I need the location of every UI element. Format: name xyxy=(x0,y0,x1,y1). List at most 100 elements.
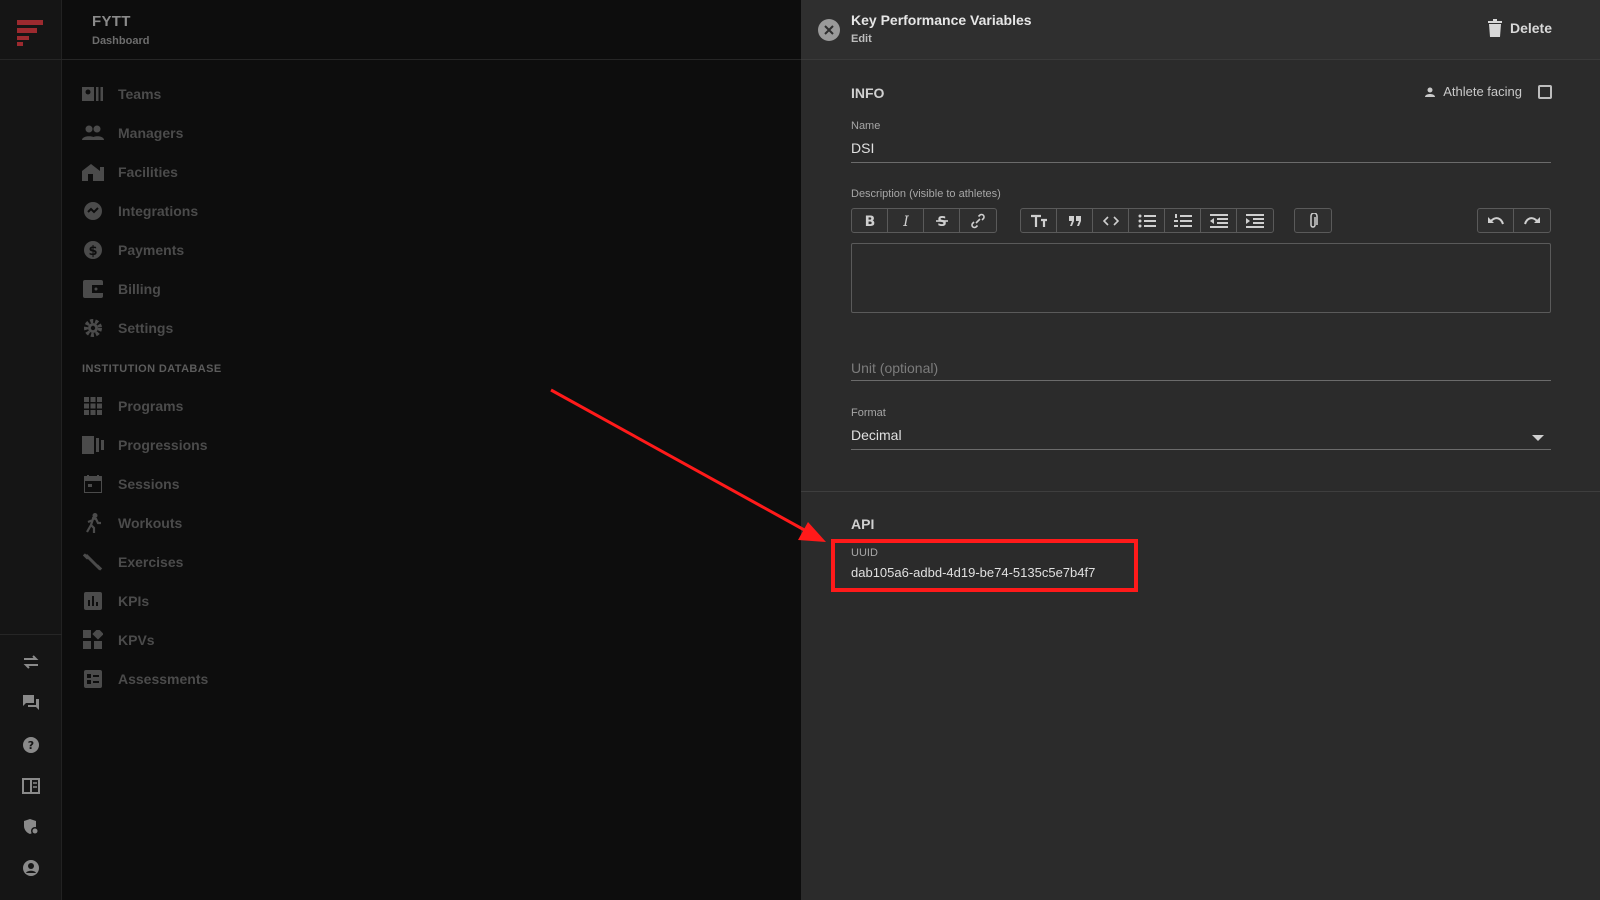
numbered-list-icon[interactable] xyxy=(1165,209,1201,232)
panel-subtitle: Edit xyxy=(851,33,872,45)
nav-label: Facilities xyxy=(118,164,178,180)
description-label: Description (visible to athletes) xyxy=(851,188,1001,200)
workouts-icon xyxy=(82,512,104,534)
fytt-logo-icon[interactable] xyxy=(17,18,45,46)
edit-panel: Key Performance Variables Edit Delete IN… xyxy=(801,0,1600,900)
heading-icon[interactable] xyxy=(1021,209,1057,232)
nav-label: KPVs xyxy=(118,632,155,648)
progressions-icon xyxy=(82,434,104,456)
payments-icon: $ xyxy=(82,239,104,261)
nav-label: Payments xyxy=(118,242,185,258)
nav-label: Assessments xyxy=(118,671,209,687)
quote-icon[interactable] xyxy=(1057,209,1093,232)
shield-icon[interactable] xyxy=(19,815,43,839)
swap-icon[interactable] xyxy=(19,650,43,674)
sessions-icon xyxy=(82,473,104,495)
nav-label: Workouts xyxy=(118,515,183,531)
nav-item-teams[interactable]: Teams xyxy=(82,79,161,109)
chevron-down-icon[interactable] xyxy=(1532,435,1544,441)
person-icon xyxy=(1425,87,1436,97)
app-header: FYTT Dashboard xyxy=(62,0,801,60)
editor-toolbar: B I S xyxy=(851,208,1551,233)
nav-item-progressions[interactable]: Progressions xyxy=(82,430,207,460)
format-label: Format xyxy=(851,407,886,419)
nav-item-integrations[interactable]: Integrations xyxy=(82,196,198,226)
nav-label: Exercises xyxy=(118,554,184,570)
panel-title: Key Performance Variables xyxy=(851,12,1032,28)
svg-text:I: I xyxy=(902,214,909,228)
ledger-icon[interactable] xyxy=(19,774,43,798)
nav-label: Progressions xyxy=(118,437,208,453)
indent-icon[interactable] xyxy=(1237,209,1273,232)
rail-bottom-group xyxy=(0,634,62,635)
managers-icon xyxy=(82,122,104,144)
nav-label: Settings xyxy=(118,320,174,336)
nav-item-settings[interactable]: Settings xyxy=(82,313,173,343)
format-group: B I S xyxy=(851,208,997,233)
app-title: FYTT xyxy=(92,13,131,30)
exercises-icon xyxy=(82,551,104,573)
bullet-list-icon[interactable] xyxy=(1129,209,1165,232)
nav-item-kpvs[interactable]: KPVs xyxy=(82,625,155,655)
link-icon[interactable] xyxy=(960,209,996,232)
kpis-icon xyxy=(82,590,104,612)
nav-label: Teams xyxy=(118,86,162,102)
integrations-icon xyxy=(82,200,104,222)
billing-icon xyxy=(82,278,104,300)
facilities-icon xyxy=(82,161,104,183)
nav-item-billing[interactable]: Billing xyxy=(82,274,161,304)
nav-item-kpis[interactable]: KPIs xyxy=(82,586,149,616)
delete-button[interactable]: Delete xyxy=(1487,19,1552,37)
athlete-facing-label: Athlete facing xyxy=(1443,84,1522,99)
undo-icon[interactable] xyxy=(1478,209,1514,232)
rail-divider xyxy=(0,59,62,60)
redo-icon[interactable] xyxy=(1514,209,1550,232)
description-editor[interactable] xyxy=(851,243,1551,313)
nav-item-payments[interactable]: $ Payments xyxy=(82,235,184,265)
athlete-facing-toggle[interactable]: Athlete facing xyxy=(1425,84,1552,99)
nav-item-exercises[interactable]: Exercises xyxy=(82,547,183,577)
nav-item-sessions[interactable]: Sessions xyxy=(82,469,179,499)
name-input[interactable]: DSI xyxy=(851,140,874,156)
close-icon[interactable] xyxy=(818,19,840,41)
nav-label: Integrations xyxy=(118,203,199,219)
teams-icon xyxy=(82,83,104,105)
nav-item-facilities[interactable]: Facilities xyxy=(82,157,178,187)
outdent-icon[interactable] xyxy=(1201,209,1237,232)
bold-icon[interactable]: B xyxy=(852,209,888,232)
name-label: Name xyxy=(851,120,881,132)
delete-label: Delete xyxy=(1509,20,1552,36)
chat-icon[interactable] xyxy=(19,691,43,715)
settings-icon xyxy=(82,317,104,339)
nav-item-programs[interactable]: Programs xyxy=(82,391,183,421)
unit-input[interactable]: Unit (optional) xyxy=(851,360,938,376)
uuid-highlight-box xyxy=(831,539,1138,592)
nav-item-assessments[interactable]: Assessments xyxy=(82,664,208,694)
attach-group xyxy=(1294,208,1332,233)
svg-text:$: $ xyxy=(88,244,97,259)
block-group xyxy=(1020,208,1274,233)
code-icon[interactable] xyxy=(1093,209,1129,232)
trash-icon xyxy=(1487,19,1502,37)
panel-header: Key Performance Variables Edit Delete xyxy=(801,0,1600,60)
kpvs-icon xyxy=(82,629,104,651)
nav-item-managers[interactable]: Managers xyxy=(82,118,183,148)
history-group xyxy=(1477,208,1551,233)
athlete-facing-checkbox[interactable] xyxy=(1538,84,1552,99)
section-divider xyxy=(801,491,1600,492)
nav-label: KPIs xyxy=(118,593,150,609)
format-select[interactable]: Decimal xyxy=(851,427,902,443)
account-icon[interactable] xyxy=(19,856,43,880)
info-section-title: INFO xyxy=(851,85,885,101)
nav-item-workouts[interactable]: Workouts xyxy=(82,508,182,538)
unit-underline xyxy=(851,380,1551,381)
format-underline xyxy=(851,449,1551,450)
nav-section-title: INSTITUTION DATABASE xyxy=(82,363,222,375)
api-section-title: API xyxy=(851,516,875,532)
italic-icon[interactable]: I xyxy=(888,209,924,232)
help-icon[interactable]: ? xyxy=(19,733,43,757)
strikethrough-icon[interactable]: S xyxy=(924,209,960,232)
nav-label: Billing xyxy=(118,281,161,297)
paperclip-icon[interactable] xyxy=(1295,209,1331,232)
nav-label: Managers xyxy=(118,125,184,141)
